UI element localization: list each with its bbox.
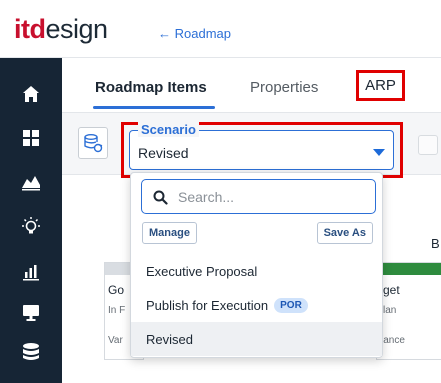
itdesign-logo[interactable]: itdesign bbox=[14, 14, 108, 44]
partial-column-label: B bbox=[431, 236, 440, 251]
area-chart-icon[interactable] bbox=[17, 170, 45, 194]
tab-bar: Roadmap Items Properties ARP bbox=[62, 58, 441, 113]
tab-roadmap-items[interactable]: Roadmap Items bbox=[95, 79, 207, 96]
scenario-search-input[interactable] bbox=[178, 185, 368, 209]
scenario-search-box[interactable] bbox=[141, 179, 376, 214]
card-line1: In F bbox=[108, 305, 126, 316]
app-window: itdesign ← Roadmap Roadmap Items Propert… bbox=[0, 0, 441, 383]
tab-properties[interactable]: Properties bbox=[250, 79, 318, 96]
active-tab-underline bbox=[93, 106, 215, 109]
option-label: Revised bbox=[146, 331, 193, 347]
disabled-toolbar-button bbox=[418, 135, 438, 155]
scenario-option-revised[interactable]: Revised bbox=[131, 322, 382, 356]
back-to-roadmap-link[interactable]: ← Roadmap bbox=[158, 26, 231, 41]
card-line2: iance bbox=[381, 335, 405, 346]
option-label: Publish for Execution bbox=[146, 297, 269, 313]
top-header: itdesign ← Roadmap bbox=[0, 0, 441, 58]
tab-arp[interactable]: ARP bbox=[356, 70, 405, 101]
search-icon bbox=[153, 190, 168, 205]
database-icon[interactable] bbox=[17, 340, 45, 364]
database-sync-icon bbox=[84, 134, 103, 153]
scenario-option-publish-for-execution[interactable]: Publish for Execution POR bbox=[131, 288, 382, 322]
grid-icon[interactable] bbox=[17, 126, 45, 150]
scenario-sync-button[interactable] bbox=[78, 127, 108, 159]
card-title: Go bbox=[108, 283, 125, 297]
lightbulb-icon[interactable] bbox=[17, 215, 45, 239]
scenario-selected-value[interactable]: Revised bbox=[138, 145, 189, 161]
card-title: get bbox=[383, 283, 400, 297]
scenario-option-executive-proposal[interactable]: Executive Proposal bbox=[131, 254, 382, 288]
logo-design: esign bbox=[45, 14, 109, 44]
roadmap-card-right[interactable]: get lan iance bbox=[376, 262, 441, 360]
monitor-icon[interactable] bbox=[17, 301, 45, 325]
card-header-bar-green bbox=[377, 263, 441, 275]
card-line2: Var bbox=[108, 335, 123, 346]
home-icon[interactable] bbox=[17, 82, 45, 106]
sidebar-nav bbox=[0, 58, 62, 383]
card-line1: lan bbox=[383, 305, 397, 316]
chevron-down-icon[interactable] bbox=[373, 149, 385, 156]
scenario-dropdown-menu: Manage Save As Executive Proposal Publis… bbox=[130, 172, 383, 358]
save-as-button[interactable]: Save As bbox=[316, 222, 373, 244]
bar-chart-icon[interactable] bbox=[17, 260, 45, 284]
logo-it: itd bbox=[14, 14, 46, 44]
option-label: Executive Proposal bbox=[146, 263, 258, 279]
scenario-label: Scenario bbox=[138, 122, 199, 137]
por-badge: POR bbox=[274, 297, 308, 313]
manage-button[interactable]: Manage bbox=[142, 222, 197, 244]
